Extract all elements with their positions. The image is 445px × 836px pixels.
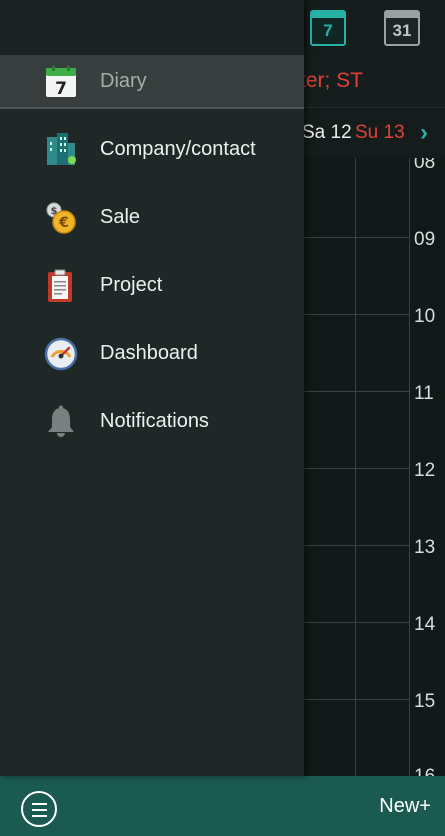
month-view-number: 31: [392, 21, 412, 40]
company-building-icon: [47, 133, 76, 165]
hour-label: 10: [414, 306, 436, 327]
day-view-number: 7: [323, 21, 333, 40]
hour-label: 15: [414, 691, 436, 712]
hour-label: 12: [414, 460, 436, 481]
nav-item-project[interactable]: Project: [0, 259, 304, 313]
nav-label-project: Project: [100, 274, 163, 296]
hour-label: 14: [414, 614, 436, 635]
notifications-bell-icon: [48, 405, 74, 437]
project-clipboard-icon: [48, 269, 72, 302]
diary-calendar-icon: 7: [46, 66, 76, 99]
dashboard-gauge-icon: [44, 337, 78, 371]
nav-item-dashboard[interactable]: Dashboard: [0, 327, 304, 381]
bottom-action-bar: New+: [0, 776, 445, 836]
next-week-chevron-icon[interactable]: ›: [420, 119, 428, 147]
nav-label-notifications: Notifications: [100, 410, 209, 432]
day-header-saturday[interactable]: Sa 12: [302, 122, 352, 144]
nav-label-sale: Sale: [100, 206, 141, 228]
day-header-sunday[interactable]: Su 13: [355, 122, 405, 144]
menu-icon[interactable]: [21, 791, 57, 827]
nav-label-dashboard: Dashboard: [100, 342, 198, 364]
month-view-calendar-icon[interactable]: 31: [384, 10, 420, 46]
nav-item-notifications[interactable]: Notifications: [0, 395, 304, 449]
navigation-drawer: 7 Diary Company/contact $ € Sale Project…: [0, 0, 304, 776]
nav-item-company-contact[interactable]: Company/contact: [0, 123, 304, 177]
nav-item-sale[interactable]: $ € Sale: [0, 191, 304, 245]
nav-label-company-contact: Company/contact: [100, 138, 256, 160]
filter-text: ter; ST: [299, 69, 363, 92]
hour-label: 11: [414, 383, 434, 404]
hour-label: 08: [414, 158, 436, 173]
svg-text:€: €: [58, 215, 69, 231]
diary-icon-number: 7: [55, 79, 67, 99]
sale-coins-icon: $ €: [46, 202, 76, 234]
hour-label: 09: [414, 229, 436, 250]
drawer-header: [0, 0, 304, 55]
day-view-calendar-icon[interactable]: 7: [310, 10, 346, 46]
new-button[interactable]: New+: [379, 795, 431, 818]
hour-label: 13: [414, 537, 436, 558]
nav-item-diary[interactable]: 7 Diary: [0, 55, 304, 109]
nav-label-diary: Diary: [100, 70, 147, 92]
